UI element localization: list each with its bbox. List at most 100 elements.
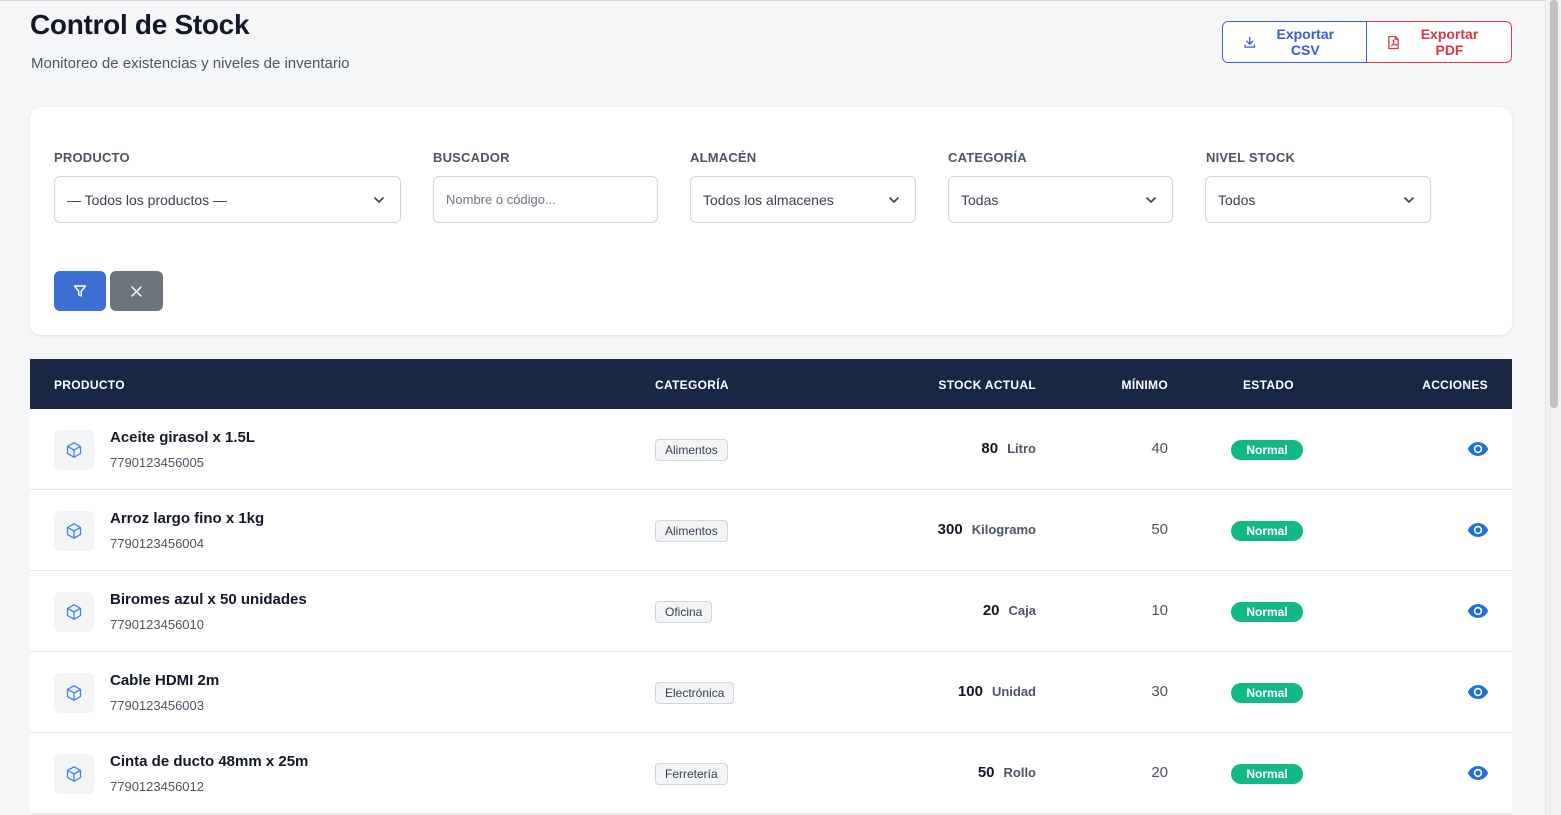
- filter-almacen-select[interactable]: Todos los almacenes: [690, 176, 916, 223]
- stock-actual: 100 Unidad: [958, 683, 1036, 700]
- filter-buscador-label: BUSCADOR: [433, 150, 510, 165]
- export-pdf-label: Exportar PDF: [1420, 26, 1479, 58]
- product-name: Biromes azul x 50 unidades: [110, 591, 307, 608]
- table-row: Arroz largo fino x 1kg 7790123456004 Ali…: [30, 490, 1512, 571]
- product-name: Aceite girasol x 1.5L: [110, 429, 256, 446]
- box-icon: [66, 523, 82, 539]
- eye-icon[interactable]: [1467, 602, 1489, 620]
- table-row: Aceite girasol x 1.5L 7790123456005 Alim…: [30, 409, 1512, 490]
- filter-producto-select[interactable]: — Todos los productos —: [54, 176, 401, 223]
- col-acciones: ACCIONES: [1422, 378, 1488, 392]
- category-badge: Electrónica: [655, 682, 735, 704]
- filter-nivel-stock-value: Todos: [1218, 191, 1256, 208]
- export-csv-label: Exportar CSV: [1276, 26, 1335, 58]
- filter-categoria-value: Todas: [961, 191, 999, 208]
- product-code: 7790123456005: [110, 455, 204, 470]
- filter-panel: PRODUCTO — Todos los productos — BUSCADO…: [30, 107, 1512, 335]
- page-subtitle: Monitoreo de existencias y niveles de in…: [31, 55, 350, 72]
- stock-unit: Unidad: [991, 684, 1036, 699]
- export-csv-button[interactable]: Exportar CSV: [1222, 21, 1367, 63]
- box-icon: [66, 685, 82, 701]
- box-icon: [66, 766, 82, 782]
- category-badge: Oficina: [655, 601, 713, 623]
- page: Control de Stock Monitoreo de existencia…: [0, 1, 1545, 815]
- stock-unit: Litro: [1007, 441, 1036, 456]
- stock-unit: Rollo: [1003, 765, 1037, 780]
- pdf-file-icon: [1388, 35, 1399, 49]
- filter-nivel-stock-select[interactable]: Todos: [1205, 176, 1431, 223]
- page-title: Control de Stock: [30, 9, 250, 40]
- table-row: Cable HDMI 2m 7790123456003 Electrónica …: [30, 652, 1512, 733]
- eye-icon[interactable]: [1467, 764, 1489, 782]
- col-minimo: MÍNIMO: [1121, 378, 1168, 392]
- col-producto: PRODUCTO: [54, 378, 125, 392]
- status-badge: Normal: [1231, 521, 1303, 541]
- product-name: Cinta de ducto 48mm x 25m: [110, 753, 309, 770]
- product-thumb: [54, 511, 94, 551]
- stock-qty: 300: [937, 521, 963, 538]
- chevron-down-icon: [889, 197, 899, 203]
- category-badge: Alimentos: [655, 520, 728, 542]
- download-icon: [1244, 36, 1256, 48]
- stock-unit: Kilogramo: [971, 522, 1036, 537]
- product-thumb: [54, 430, 94, 470]
- col-categoria: CATEGORÍA: [655, 378, 729, 392]
- export-button-group: Exportar CSV Exportar PDF: [1222, 21, 1512, 63]
- clear-filter-button[interactable]: [110, 271, 163, 311]
- stock-qty: 50: [977, 764, 995, 781]
- category-badge: Alimentos: [655, 439, 728, 461]
- chevron-down-icon: [1146, 197, 1156, 203]
- category-badge: Ferretería: [655, 763, 728, 785]
- eye-icon[interactable]: [1467, 440, 1489, 458]
- product-code: 7790123456010: [110, 617, 204, 632]
- stock-actual: 80 Litro: [981, 440, 1036, 457]
- filter-categoria-label: CATEGORÍA: [948, 150, 1027, 165]
- product-code: 7790123456003: [110, 698, 204, 713]
- filter-nivel-stock-label: NIVEL STOCK: [1206, 150, 1296, 165]
- chevron-down-icon: [374, 197, 384, 203]
- product-name: Cable HDMI 2m: [110, 672, 220, 689]
- close-icon: [131, 285, 142, 297]
- filter-almacen-label: ALMACÉN: [690, 150, 757, 165]
- vertical-scrollbar[interactable]: [1545, 0, 1561, 815]
- eye-icon[interactable]: [1467, 521, 1489, 539]
- stock-minimo: 10: [1151, 602, 1168, 619]
- export-pdf-button[interactable]: Exportar PDF: [1367, 21, 1512, 63]
- box-icon: [66, 604, 82, 620]
- filter-producto-label: PRODUCTO: [54, 150, 130, 165]
- stock-qty: 80: [981, 440, 999, 457]
- product-thumb: [54, 754, 94, 794]
- status-badge: Normal: [1231, 602, 1303, 622]
- stock-minimo: 30: [1151, 683, 1168, 700]
- stock-actual: 50 Rollo: [978, 764, 1036, 781]
- status-badge: Normal: [1231, 764, 1303, 784]
- chevron-down-icon: [1404, 197, 1414, 203]
- stock-table: PRODUCTO CATEGORÍA STOCK ACTUAL MÍNIMO E…: [30, 359, 1512, 814]
- stock-qty: 20: [982, 602, 1000, 619]
- col-estado: ESTADO: [1243, 378, 1294, 392]
- product-code: 7790123456012: [110, 779, 204, 794]
- stock-qty: 100: [957, 683, 983, 700]
- status-badge: Normal: [1231, 440, 1303, 460]
- filter-producto-value: — Todos los productos —: [67, 191, 228, 208]
- filter-icon: [73, 285, 87, 297]
- table-row: Cinta de ducto 48mm x 25m 7790123456012 …: [30, 733, 1512, 814]
- product-thumb: [54, 673, 94, 713]
- apply-filter-button[interactable]: [54, 271, 106, 311]
- scrollbar-thumb[interactable]: [1550, 0, 1558, 408]
- search-placeholder: Nombre o código...: [446, 192, 556, 207]
- stock-unit: Caja: [1008, 603, 1036, 618]
- table-header: PRODUCTO CATEGORÍA STOCK ACTUAL MÍNIMO E…: [30, 359, 1512, 409]
- search-input[interactable]: Nombre o código...: [433, 176, 658, 223]
- table-row: Biromes azul x 50 unidades 7790123456010…: [30, 571, 1512, 652]
- stock-actual: 20 Caja: [983, 602, 1036, 619]
- stock-minimo: 40: [1151, 440, 1168, 457]
- product-name: Arroz largo fino x 1kg: [110, 510, 265, 527]
- stock-actual: 300 Kilogramo: [938, 521, 1036, 538]
- product-code: 7790123456004: [110, 536, 204, 551]
- col-stock-actual: STOCK ACTUAL: [938, 378, 1036, 392]
- eye-icon[interactable]: [1467, 683, 1489, 701]
- status-badge: Normal: [1231, 683, 1303, 703]
- filter-categoria-select[interactable]: Todas: [948, 176, 1173, 223]
- filter-almacen-value: Todos los almacenes: [703, 191, 834, 208]
